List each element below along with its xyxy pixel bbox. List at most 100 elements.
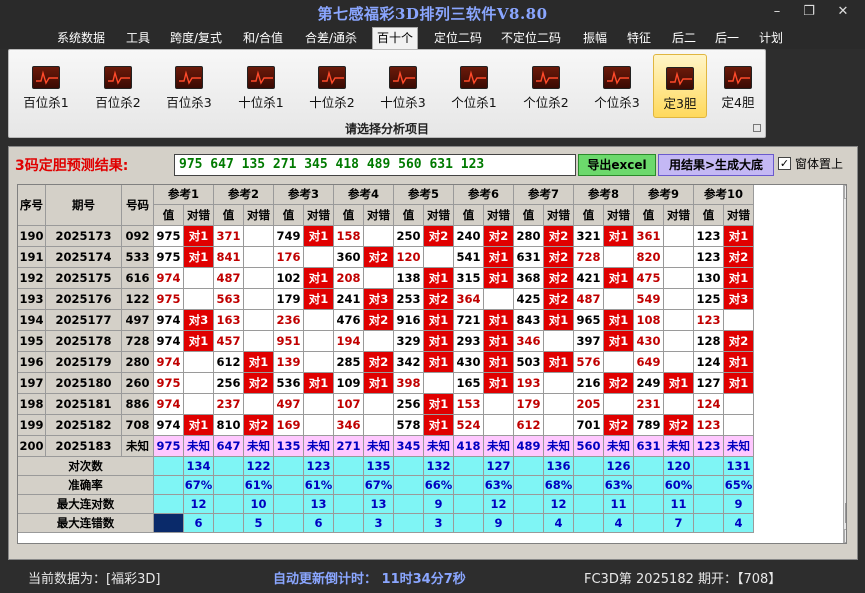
stat-value[interactable]: 9 xyxy=(724,495,754,514)
row-hit-status[interactable]: 对1 xyxy=(424,268,454,289)
prediction-result-field[interactable]: 975 647 135 271 345 418 489 560 631 123 xyxy=(174,154,576,176)
col-header-hit[interactable]: 对错 xyxy=(304,205,334,226)
row-period[interactable]: 2025176 xyxy=(46,289,122,310)
row-hit-status[interactable]: 对1 xyxy=(304,226,334,247)
stat-value[interactable]: 65% xyxy=(724,476,754,495)
row-hit-status[interactable] xyxy=(184,289,214,310)
row-value[interactable]: 974 xyxy=(154,331,184,352)
generate-base-button[interactable]: 用结果>生成大底 xyxy=(658,154,774,176)
row-hit-status[interactable]: 对1 xyxy=(544,310,574,331)
ribbon-tool-2[interactable]: 百位杀3 xyxy=(157,54,221,118)
row-code[interactable]: 未知 xyxy=(122,436,154,457)
row-hit-status[interactable]: 未知 xyxy=(424,436,454,457)
row-value[interactable]: 841 xyxy=(214,247,244,268)
row-value[interactable]: 975 xyxy=(154,289,184,310)
row-value[interactable]: 179 xyxy=(514,394,544,415)
ribbon-tool-4[interactable]: 十位杀2 xyxy=(300,54,364,118)
row-value[interactable]: 135 xyxy=(274,436,304,457)
col-header-code[interactable]: 号码 xyxy=(122,185,154,226)
stat-value[interactable]: 6 xyxy=(184,514,214,533)
ribbon-tool-1[interactable]: 百位杀2 xyxy=(86,54,150,118)
row-value[interactable]: 107 xyxy=(334,394,364,415)
stat-value[interactable]: 120 xyxy=(664,457,694,476)
stat-value[interactable]: 4 xyxy=(544,514,574,533)
row-value[interactable]: 421 xyxy=(574,268,604,289)
stat-spacer[interactable] xyxy=(394,457,424,476)
stat-value[interactable]: 131 xyxy=(724,457,754,476)
stat-value[interactable]: 12 xyxy=(544,495,574,514)
close-icon[interactable]: ✕ xyxy=(830,2,856,22)
row-hit-status[interactable] xyxy=(184,268,214,289)
row-hit-status[interactable] xyxy=(604,394,634,415)
row-value[interactable]: 256 xyxy=(394,394,424,415)
row-hit-status[interactable]: 对2 xyxy=(724,247,754,268)
row-hit-status[interactable]: 对1 xyxy=(184,415,214,436)
row-value[interactable]: 250 xyxy=(394,226,424,247)
row-value[interactable]: 398 xyxy=(394,373,424,394)
col-header-hit[interactable]: 对错 xyxy=(424,205,454,226)
row-value[interactable]: 974 xyxy=(154,352,184,373)
row-value[interactable]: 346 xyxy=(514,331,544,352)
stat-spacer[interactable] xyxy=(394,495,424,514)
stat-spacer[interactable] xyxy=(214,457,244,476)
col-header-hit[interactable]: 对错 xyxy=(664,205,694,226)
row-period[interactable]: 2025174 xyxy=(46,247,122,268)
stat-value[interactable]: 60% xyxy=(664,476,694,495)
row-hit-status[interactable] xyxy=(364,268,394,289)
row-value[interactable]: 578 xyxy=(394,415,424,436)
row-hit-status[interactable] xyxy=(484,289,514,310)
row-code[interactable]: 886 xyxy=(122,394,154,415)
col-header-ref[interactable]: 参考4 xyxy=(334,185,394,205)
row-value[interactable]: 138 xyxy=(394,268,424,289)
row-value[interactable]: 975 xyxy=(154,436,184,457)
ribbon-tool-3[interactable]: 十位杀1 xyxy=(229,54,293,118)
stat-spacer[interactable] xyxy=(334,514,364,533)
row-value[interactable]: 256 xyxy=(214,373,244,394)
row-value[interactable]: 430 xyxy=(634,331,664,352)
menu-item-6[interactable]: 定位二码 xyxy=(433,29,483,49)
stat-spacer[interactable] xyxy=(694,476,724,495)
row-hit-status[interactable] xyxy=(304,310,334,331)
row-value[interactable]: 194 xyxy=(334,331,364,352)
row-hit-status[interactable]: 对1 xyxy=(244,352,274,373)
ribbon-tool-10[interactable]: 定4胆 xyxy=(711,54,765,118)
stat-value[interactable]: 7 xyxy=(664,514,694,533)
row-hit-status[interactable]: 未知 xyxy=(604,436,634,457)
row-hit-status[interactable] xyxy=(724,415,754,436)
row-hit-status[interactable] xyxy=(664,331,694,352)
col-header-val[interactable]: 值 xyxy=(274,205,304,226)
row-code[interactable]: 260 xyxy=(122,373,154,394)
row-hit-status[interactable] xyxy=(184,373,214,394)
row-value[interactable]: 843 xyxy=(514,310,544,331)
row-hit-status[interactable]: 对2 xyxy=(424,226,454,247)
row-hit-status[interactable]: 对2 xyxy=(244,415,274,436)
col-header-val[interactable]: 值 xyxy=(454,205,484,226)
stat-value[interactable]: 67% xyxy=(364,476,394,495)
row-hit-status[interactable] xyxy=(664,247,694,268)
row-hit-status[interactable]: 未知 xyxy=(184,436,214,457)
row-value[interactable]: 368 xyxy=(514,268,544,289)
row-hit-status[interactable]: 对3 xyxy=(724,289,754,310)
row-value[interactable]: 271 xyxy=(334,436,364,457)
row-hit-status[interactable]: 对1 xyxy=(424,415,454,436)
row-code[interactable]: 728 xyxy=(122,331,154,352)
row-hit-status[interactable] xyxy=(244,247,274,268)
row-value[interactable]: 701 xyxy=(574,415,604,436)
row-value[interactable]: 231 xyxy=(634,394,664,415)
stat-spacer[interactable] xyxy=(694,495,724,514)
row-value[interactable]: 346 xyxy=(334,415,364,436)
stat-value[interactable]: 9 xyxy=(424,495,454,514)
menu-item-11[interactable]: 后一 xyxy=(713,29,741,49)
stat-spacer[interactable] xyxy=(574,476,604,495)
row-hit-status[interactable]: 对2 xyxy=(364,247,394,268)
row-hit-status[interactable]: 对1 xyxy=(424,310,454,331)
row-hit-status[interactable] xyxy=(664,310,694,331)
stat-label[interactable]: 准确率 xyxy=(18,476,154,495)
stat-value[interactable]: 10 xyxy=(244,495,274,514)
scroll-up-icon[interactable]: ▲ xyxy=(844,185,846,199)
row-value[interactable]: 425 xyxy=(514,289,544,310)
stat-spacer[interactable] xyxy=(514,457,544,476)
stat-value[interactable]: 12 xyxy=(184,495,214,514)
stat-label[interactable]: 最大连对数 xyxy=(18,495,154,514)
ribbon-tool-8[interactable]: 个位杀3 xyxy=(585,54,649,118)
